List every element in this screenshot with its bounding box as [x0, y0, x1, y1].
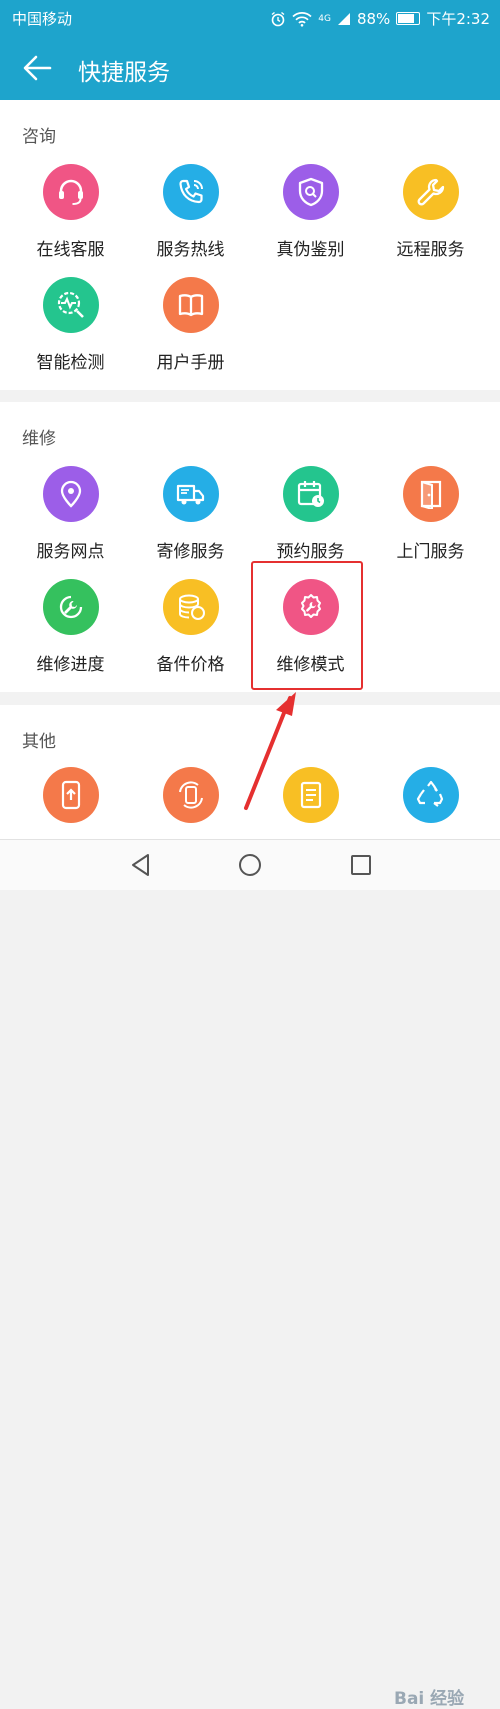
back-triangle-icon[interactable] [128, 852, 154, 878]
grid-item-label: 远程服务 [396, 240, 465, 260]
section-title: 咨询 [22, 127, 56, 147]
grid-item-label: 智能检测 [36, 353, 105, 373]
icon-circle [42, 164, 99, 220]
grid-item-label: 在线客服 [36, 240, 105, 260]
back-arrow-icon[interactable] [20, 52, 54, 84]
section-consult: 咨询 在线客服 服务热线 真伪鉴别 远程服务 智能检测 用户手册 [0, 100, 500, 390]
grid-item-onsite-service[interactable]: 上门服务 [368, 466, 493, 576]
progress-wrench-icon [59, 595, 82, 619]
book-icon [178, 294, 203, 317]
grid-item-label: 服务网点 [36, 542, 105, 562]
alarm-icon [271, 11, 285, 26]
grid-item-label: 用户手册 [156, 353, 225, 373]
grid-item-smart-detect[interactable]: 智能检测 [8, 277, 133, 387]
section-title: 其他 [22, 732, 56, 752]
grid-item-recycle[interactable] [368, 767, 493, 839]
grid-item-authenticity[interactable]: 真伪鉴别 [248, 164, 373, 274]
grid-item-label: 备件价格 [156, 655, 225, 675]
icon-circle [42, 277, 99, 333]
signal-icon [337, 12, 350, 25]
grid-item-label: 真伪鉴别 [276, 240, 345, 260]
phone-rotate-icon [178, 781, 203, 809]
icon-circle [42, 579, 99, 635]
grid-item-label: 服务热线 [156, 240, 225, 260]
phone-icon [178, 179, 203, 204]
icon-circle [402, 466, 459, 522]
recent-square-icon[interactable] [348, 852, 374, 878]
battery-fill [398, 14, 415, 23]
grid-item-phone-rotate[interactable] [128, 767, 253, 839]
grid-item-repair-progress[interactable]: 维修进度 [8, 579, 133, 689]
icon-circle [42, 767, 99, 823]
grid-item-phone-migrate[interactable] [8, 767, 133, 839]
network-type: 4G [318, 13, 331, 24]
grid-item-service-outlet[interactable]: 服务网点 [8, 466, 133, 576]
status-bar: 中国移动 4G 88% 下午2:32 [0, 0, 500, 36]
icon-circle [162, 164, 219, 220]
app-bar: 快捷服务 [0, 36, 500, 100]
wifi-icon [292, 11, 312, 27]
battery-icon [396, 12, 421, 25]
page-title: 快捷服务 [78, 60, 170, 86]
grid-item-parts-price[interactable]: 备件价格 [128, 579, 253, 689]
shield-search-icon [298, 177, 323, 207]
section-title: 维修 [22, 429, 56, 449]
location-icon [60, 480, 81, 508]
grid-item-label: 预约服务 [276, 542, 345, 562]
grid-item-label: 上门服务 [396, 542, 465, 562]
coins-icon [178, 594, 205, 620]
battery-percent: 88% [356, 9, 391, 28]
status-right: 4G 88% 下午2:32 [270, 8, 490, 29]
calendar-icon [297, 481, 324, 507]
grid-item-hotline[interactable]: 服务热线 [128, 164, 253, 274]
grid-item-remote-service[interactable]: 远程服务 [368, 164, 493, 274]
icon-circle [42, 466, 99, 522]
clock: 下午2:32 [426, 10, 490, 28]
headset-icon [58, 179, 83, 205]
nav-bar: Bai 经验 [0, 839, 500, 1709]
section-repair: 维修 服务网点 寄修服务 预约服务 上门服务 维修进度 备件价格 维修模式 [0, 402, 500, 692]
watermark: Bai 经验 [394, 1689, 465, 1709]
icon-circle [282, 466, 339, 522]
grid-item-user-manual[interactable]: 用户手册 [128, 277, 253, 387]
grid-item-label: 寄修服务 [156, 542, 225, 562]
icon-circle [162, 466, 219, 522]
wrench-icon [417, 178, 444, 206]
carrier-name: 中国移动 [12, 10, 73, 28]
grid-item-mail-repair[interactable]: 寄修服务 [128, 466, 253, 576]
icon-circle [162, 579, 219, 635]
truck-icon [176, 484, 204, 505]
recycle-icon [416, 780, 443, 807]
icon-circle [402, 767, 459, 823]
highlight-box [251, 561, 363, 690]
detect-icon [57, 291, 84, 318]
grid-item-online-service[interactable]: 在线客服 [8, 164, 133, 274]
grid-item-appointment[interactable]: 预约服务 [248, 466, 373, 576]
icon-circle [162, 767, 219, 823]
phone-upload-icon [61, 780, 80, 810]
icon-circle [282, 164, 339, 220]
icon-circle [402, 164, 459, 220]
home-circle-icon[interactable] [237, 852, 263, 878]
icon-circle [162, 277, 219, 333]
annotation-arrow [244, 692, 296, 810]
door-icon [420, 480, 441, 509]
grid-item-label: 维修进度 [36, 655, 105, 675]
